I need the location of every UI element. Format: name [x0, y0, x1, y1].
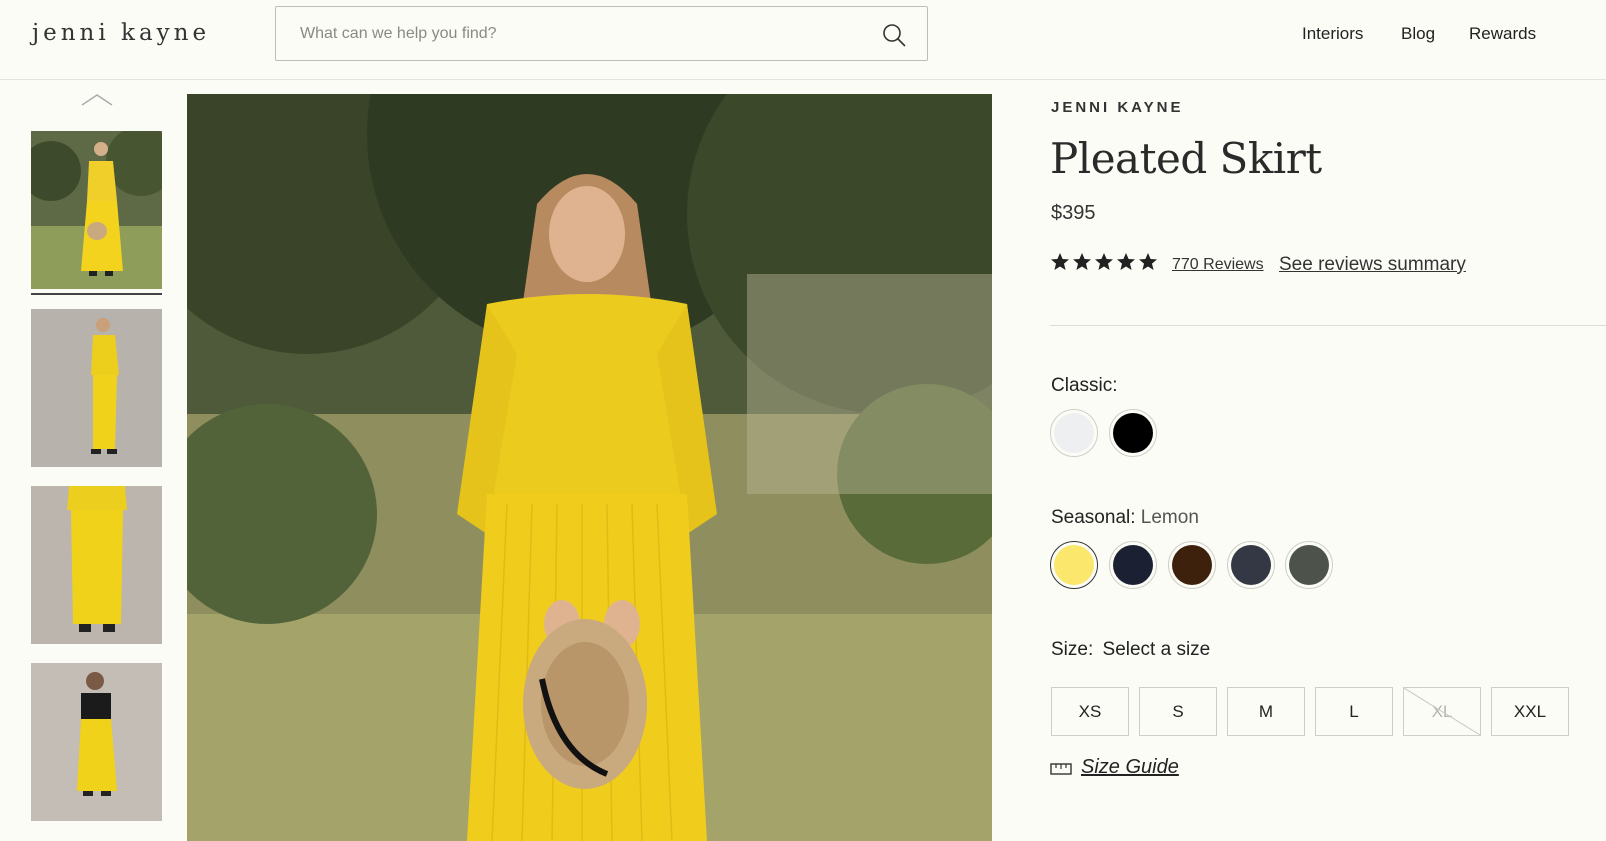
size-button-s[interactable]: S — [1139, 687, 1217, 736]
rating-stars[interactable] — [1050, 252, 1158, 272]
nav-rewards[interactable]: Rewards — [1469, 24, 1536, 44]
product-title: Pleated Skirt — [1050, 134, 1322, 183]
thumbnail-image — [31, 486, 162, 644]
ruler-icon — [1050, 763, 1072, 775]
thumbnail-1[interactable] — [31, 131, 162, 289]
nav-interiors[interactable]: Interiors — [1302, 24, 1363, 44]
chevron-up-icon[interactable] — [80, 92, 114, 108]
size-button-xxl[interactable]: XXL — [1491, 687, 1569, 736]
size-button-xs[interactable]: XS — [1051, 687, 1129, 736]
size-button-l[interactable]: L — [1315, 687, 1393, 736]
thumbnail-image — [31, 663, 162, 821]
size-label: Size: Select a size — [1051, 639, 1210, 661]
product-hero-image[interactable] — [187, 94, 992, 841]
product-price: $395 — [1051, 202, 1096, 224]
size-guide-link[interactable]: Size Guide — [1081, 756, 1179, 779]
color-swatch-white[interactable] — [1050, 409, 1098, 457]
size-label-text: Size: — [1051, 639, 1094, 660]
swatch-fill — [1113, 413, 1153, 453]
thumbnail-2[interactable] — [31, 309, 162, 467]
swatch-fill — [1289, 545, 1329, 585]
swatch-fill — [1054, 413, 1094, 453]
search-icon[interactable] — [881, 22, 907, 48]
hero-photo — [187, 94, 992, 841]
swatch-fill — [1113, 545, 1153, 585]
star-icon — [1073, 253, 1091, 270]
product-brand: JENNI KAYNE — [1051, 99, 1184, 116]
seasonal-color-label: Seasonal: Lemon — [1051, 507, 1199, 529]
color-swatch-lemon[interactable] — [1050, 541, 1098, 589]
swatch-fill — [1231, 545, 1271, 585]
seasonal-label-text: Seasonal: — [1051, 507, 1136, 528]
site-header: jenni kayne Interiors Blog Rewards — [0, 0, 1606, 80]
selected-color-name: Lemon — [1140, 507, 1199, 528]
search-input[interactable] — [300, 21, 860, 47]
color-swatch-navy[interactable] — [1109, 541, 1157, 589]
brand-logo[interactable]: jenni kayne — [32, 20, 210, 46]
thumbnail-4[interactable] — [31, 663, 162, 821]
search-bar[interactable] — [275, 6, 928, 61]
thumbnail-image — [31, 309, 162, 467]
size-button-xl[interactable]: XL — [1403, 687, 1481, 736]
swatch-fill — [1172, 545, 1212, 585]
star-icon — [1139, 253, 1157, 270]
nav-blog[interactable]: Blog — [1401, 24, 1435, 44]
color-swatch-brown[interactable] — [1168, 541, 1216, 589]
thumbnail-3[interactable] — [31, 486, 162, 644]
color-swatch-charcoal[interactable] — [1227, 541, 1275, 589]
color-swatch-olive[interactable] — [1285, 541, 1333, 589]
thumbnail-active-indicator — [31, 293, 162, 295]
size-button-m[interactable]: M — [1227, 687, 1305, 736]
swatch-fill — [1054, 545, 1094, 585]
color-swatch-black[interactable] — [1109, 409, 1157, 457]
unavailable-strike — [1404, 688, 1480, 735]
reviews-summary-link[interactable]: See reviews summary — [1279, 254, 1466, 276]
star-icon — [1117, 253, 1135, 270]
size-prompt: Select a size — [1102, 639, 1211, 660]
classic-color-label: Classic: — [1051, 375, 1118, 396]
reviews-link[interactable]: 770 Reviews — [1172, 256, 1264, 274]
section-divider — [1050, 325, 1606, 326]
thumbnail-image — [31, 131, 162, 289]
star-icon — [1051, 253, 1069, 270]
star-icon — [1095, 253, 1113, 270]
